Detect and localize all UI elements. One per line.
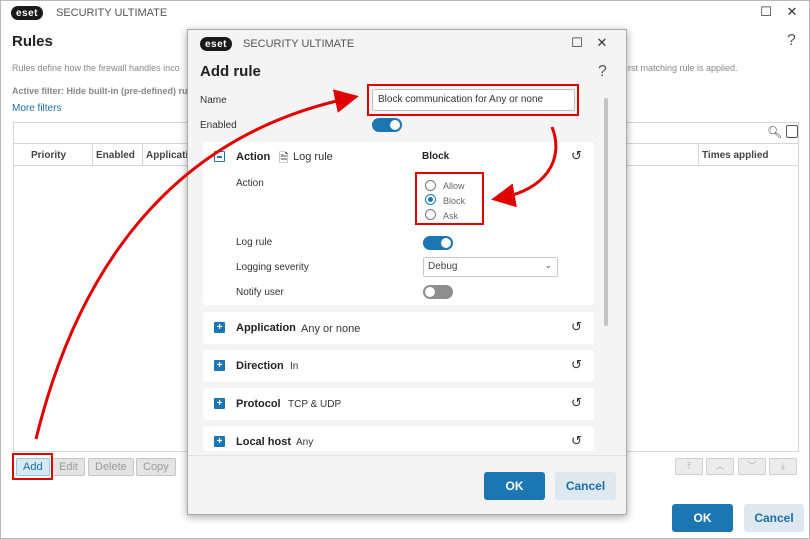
more-filters-link[interactable]: More filters (12, 103, 61, 114)
delete-button[interactable]: Delete (88, 458, 134, 476)
copy-button[interactable]: Copy (136, 458, 176, 476)
local-host-section[interactable]: + Local host Any ↺ (203, 426, 594, 451)
move-down-icon[interactable]: ﹀ (738, 458, 766, 475)
close-icon[interactable]: ✕ (784, 4, 800, 20)
reset-icon[interactable]: ↺ (571, 148, 582, 164)
dialog-cancel-button[interactable]: Cancel (555, 472, 616, 500)
edit-button[interactable]: Edit (52, 458, 85, 476)
chevron-down-icon: ⌄ (544, 260, 552, 270)
column-priority[interactable]: Priority (31, 150, 66, 161)
action-section: Action 🗎︎ Log rule Block ↺ Action Allow … (203, 142, 594, 305)
action-section-title[interactable]: Action (236, 151, 270, 163)
collapse-icon[interactable] (214, 151, 225, 162)
app-logo: eset (11, 6, 44, 20)
logging-severity-value: Debug (428, 261, 458, 272)
reset-icon[interactable]: ↺ (571, 433, 582, 449)
direction-section-value: In (290, 361, 299, 372)
notify-user-label: Notify user (236, 287, 284, 298)
rules-description-end: rst matching rule is applied. (628, 63, 738, 73)
logging-severity-select[interactable]: Debug ⌄ (423, 257, 558, 277)
eset-logo: eset (11, 6, 44, 20)
action-label: Action (236, 178, 264, 189)
move-up-icon[interactable]: ︿ (706, 458, 734, 475)
reset-icon[interactable]: ↺ (571, 357, 582, 373)
dialog-scrollbar[interactable] (604, 98, 608, 326)
rules-description: Rules define how the firewall handles in… (12, 63, 180, 73)
log-rule-toggle[interactable] (423, 236, 453, 250)
logging-severity-label: Logging severity (236, 262, 309, 273)
dialog-ok-button[interactable]: OK (484, 472, 545, 500)
maximize-icon[interactable]: ☐ (569, 35, 585, 51)
local-host-section-value: Any (296, 437, 314, 448)
log-rule-link[interactable]: Log rule (293, 151, 333, 163)
application-section[interactable]: + Application Any or none ↺ (203, 312, 594, 344)
main-cancel-button[interactable]: Cancel (744, 504, 804, 532)
column-times-applied[interactable]: Times applied (702, 150, 769, 161)
expand-icon[interactable]: + (214, 398, 225, 409)
action-value: Block (422, 151, 450, 162)
enabled-label: Enabled (200, 120, 237, 131)
enabled-toggle[interactable] (372, 118, 402, 132)
dialog-logo: eset (200, 37, 233, 51)
dialog-help-icon[interactable]: ? (598, 63, 607, 81)
name-label: Name (200, 95, 227, 106)
notify-user-toggle[interactable] (423, 285, 453, 299)
eset-logo: eset (200, 37, 233, 51)
direction-section-title: Direction (236, 360, 284, 372)
dialog-close-icon[interactable]: ✕ (594, 35, 610, 51)
application-section-value: Any or none (301, 323, 361, 335)
help-icon[interactable]: ? (787, 32, 796, 50)
main-ok-button[interactable]: OK (672, 504, 733, 532)
panel-toggle-icon[interactable] (786, 125, 798, 138)
page-title: Rules (12, 33, 53, 50)
protocol-section-title: Protocol (236, 398, 281, 410)
move-bottom-icon[interactable]: ⤓ (769, 458, 797, 475)
move-top-icon[interactable]: ⤒ (675, 458, 703, 475)
application-section-title: Application (236, 322, 296, 334)
action-radio-highlight (415, 172, 484, 225)
column-enabled[interactable]: Enabled (96, 150, 135, 161)
expand-icon[interactable]: + (214, 360, 225, 371)
local-host-section-title: Local host (236, 436, 292, 448)
direction-section[interactable]: + Direction In ↺ (203, 350, 594, 382)
expand-icon[interactable]: + (214, 322, 225, 333)
search-icon[interactable]: 🔍︎ (767, 125, 782, 139)
reset-icon[interactable]: ↺ (571, 319, 582, 335)
expand-icon[interactable]: + (214, 436, 225, 447)
dialog-title: Add rule (200, 63, 261, 80)
add-button-highlight (12, 453, 53, 480)
reset-icon[interactable]: ↺ (571, 395, 582, 411)
dialog-app-title: SECURITY ULTIMATE (243, 38, 355, 50)
protocol-section[interactable]: + Protocol TCP & UDP ↺ (203, 388, 594, 420)
app-title: SECURITY ULTIMATE (56, 7, 168, 19)
minimize-icon[interactable]: ☐ (758, 4, 774, 20)
add-rule-dialog: eset SECURITY ULTIMATE ☐ ✕ Add rule ? Na… (187, 29, 627, 515)
protocol-section-value: TCP & UDP (288, 399, 342, 410)
name-input-highlight (367, 84, 579, 116)
active-filter: Active filter: Hide built-in (pre-define… (12, 86, 187, 96)
log-rule-label: Log rule (236, 237, 273, 248)
log-icon: 🗎︎ (279, 151, 289, 165)
